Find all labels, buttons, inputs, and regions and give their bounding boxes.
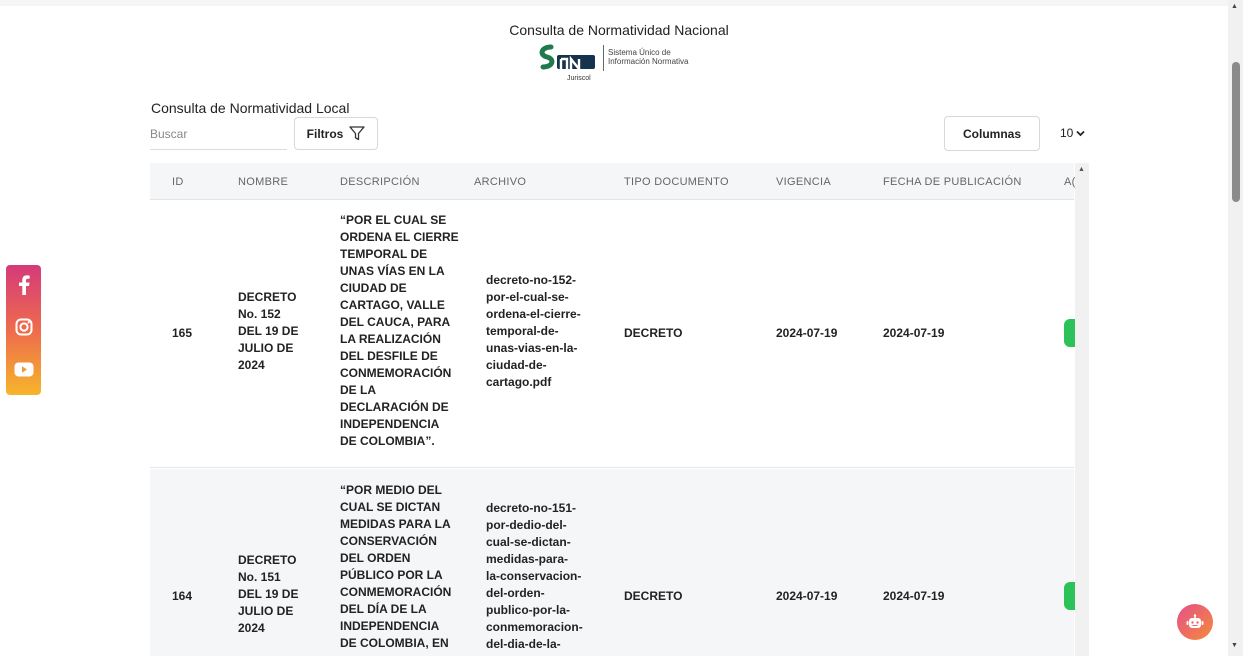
cell-vigencia: 2024-07-19	[776, 326, 838, 340]
instagram-link[interactable]	[6, 312, 41, 342]
table-row: 165 DECRETO No. 152 DEL 19 DE JULIO DE 2…	[150, 200, 1076, 468]
robot-icon	[1186, 614, 1204, 628]
facebook-link[interactable]	[6, 270, 41, 300]
per-page-select[interactable]: 10	[1060, 126, 1085, 140]
logo-tagline-line1: Sistema Único de	[608, 48, 671, 57]
cell-descripcion: “POR EL CUAL SE ORDENA EL CIERRE TEMPORA…	[340, 213, 459, 448]
cell-fecha: 2024-07-19	[883, 326, 945, 340]
cell-id: 164	[172, 589, 193, 603]
scroll-down-arrow-icon[interactable]: ▼	[1231, 642, 1238, 649]
scrollbar-thumb[interactable]	[1232, 62, 1240, 202]
page-scrollbar[interactable]: ▲ ▼	[1228, 0, 1243, 656]
logo-sub: Juriscol	[567, 75, 591, 82]
local-title: Consulta de Normatividad Local	[151, 100, 350, 116]
cell-vigencia: 2024-07-19	[776, 589, 838, 603]
filters-button[interactable]: Filtros	[294, 117, 378, 150]
filters-label: Filtros	[306, 126, 344, 141]
suin-logo-mark	[539, 44, 595, 73]
column-header-descripcion[interactable]: DESCRIPCIÓN	[340, 176, 420, 188]
suin-logo[interactable]: Sistema Único de Información Normativa J…	[537, 41, 717, 82]
cell-nombre: DECRETO No. 151 DEL 19 DE JULIO DE 2024	[238, 553, 299, 635]
cell-id: 165	[172, 326, 193, 340]
youtube-link[interactable]	[6, 354, 41, 384]
cell-archivo[interactable]: decreto-no-151- por-dedio-del- cual-se-d…	[486, 500, 583, 653]
column-header-tipo[interactable]: TIPO DOCUMENTO	[624, 176, 729, 188]
social-bar	[6, 265, 41, 395]
top-strip	[0, 0, 1228, 6]
chevron-down-icon	[1076, 130, 1085, 136]
scroll-up-arrow-icon[interactable]: ▲	[1231, 3, 1238, 10]
table-scrollbar[interactable]: ▲	[1075, 163, 1089, 656]
table-header: ID NOMBRE DESCRIPCIÓN ARCHIVO TIPO DOCUM…	[150, 163, 1076, 200]
column-header-id[interactable]: ID	[172, 176, 184, 188]
cell-tipo: DECRETO	[624, 326, 683, 340]
youtube-icon	[14, 362, 33, 376]
chatbot-button[interactable]	[1177, 604, 1213, 640]
scroll-up-arrow-icon[interactable]: ▲	[1078, 166, 1085, 173]
cell-tipo: DECRETO	[624, 589, 683, 603]
facebook-icon	[18, 275, 30, 295]
column-header-archivo[interactable]: ARCHIVO	[474, 176, 526, 188]
columns-button[interactable]: Columnas	[944, 116, 1040, 151]
cell-fecha: 2024-07-19	[883, 589, 945, 603]
search-input[interactable]	[150, 118, 287, 150]
instagram-icon	[15, 318, 32, 336]
cell-archivo[interactable]: decreto-no-152- por-el-cual-se- ordena-e…	[486, 272, 581, 391]
national-title[interactable]: Consulta de Normatividad Nacional	[0, 22, 1238, 38]
cell-descripcion: “POR MEDIO DEL CUAL SE DICTAN MEDIDAS PA…	[340, 483, 452, 650]
column-header-acciones[interactable]: A(	[1064, 176, 1076, 188]
columns-label: Columnas	[962, 126, 1021, 141]
per-page-value: 10	[1060, 126, 1074, 140]
filter-icon	[349, 126, 365, 141]
column-header-vigencia[interactable]: VIGENCIA	[776, 176, 831, 188]
normativity-table: ID NOMBRE DESCRIPCIÓN ARCHIVO TIPO DOCUM…	[150, 163, 1089, 656]
logo-tagline-line2: Información Normativa	[608, 57, 689, 66]
column-header-fecha[interactable]: FECHA DE PUBLICACIÓN	[883, 176, 1022, 188]
logo-tagline: Sistema Único de Información Normativa	[608, 48, 688, 66]
cell-nombre: DECRETO No. 152 DEL 19 DE JULIO DE 2024	[238, 290, 299, 372]
logo-separator	[603, 45, 604, 71]
column-header-nombre[interactable]: NOMBRE	[238, 176, 288, 188]
table-row: 164 DECRETO No. 151 DEL 19 DE JULIO DE 2…	[150, 469, 1076, 656]
